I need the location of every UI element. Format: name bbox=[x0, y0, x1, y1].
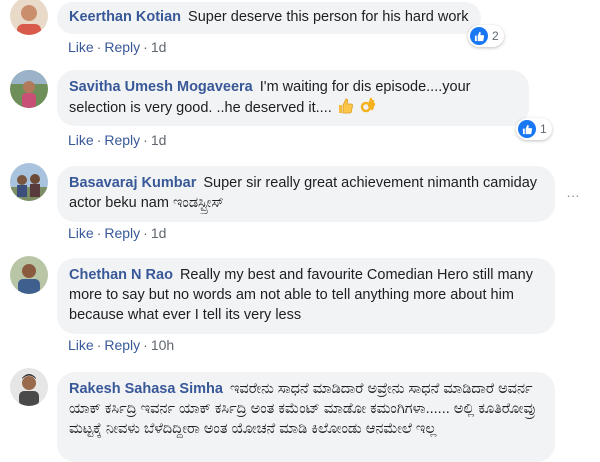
comment-author[interactable]: Basavaraj Kumbar bbox=[69, 175, 196, 191]
comment-bubble: Keerthan Kotian Super deserve this perso… bbox=[57, 2, 481, 34]
separator-dot: · bbox=[96, 39, 102, 55]
reply-link[interactable]: Reply bbox=[104, 39, 140, 55]
comment-author[interactable]: Rakesh Sahasa Simha bbox=[69, 381, 223, 397]
separator-dot: · bbox=[96, 225, 102, 241]
more-options-icon[interactable]: … bbox=[566, 184, 581, 200]
comment-bubble: Savitha Umesh Mogaveera I'm waiting for … bbox=[57, 70, 529, 126]
comment-bubble: Basavaraj Kumbar Super sir really great … bbox=[57, 166, 555, 222]
reaction-count-text: 1 bbox=[540, 122, 547, 136]
reaction-count[interactable]: 2 bbox=[468, 25, 504, 47]
separator-dot: · bbox=[143, 39, 148, 55]
comment-time[interactable]: 1d bbox=[151, 132, 167, 148]
reply-link[interactable]: Reply bbox=[104, 132, 140, 148]
comment-actions: Like · Reply · 10h bbox=[68, 337, 174, 353]
comment-author[interactable]: Chethan N Rao bbox=[69, 267, 173, 283]
avatar[interactable] bbox=[10, 256, 48, 294]
reaction-count[interactable]: 1 bbox=[516, 118, 552, 140]
comment-actions: Like · Reply · 1d bbox=[68, 39, 166, 55]
like-link[interactable]: Like bbox=[68, 39, 94, 55]
like-reaction-icon bbox=[470, 27, 488, 45]
avatar[interactable] bbox=[10, 0, 48, 35]
comment-time[interactable]: 1d bbox=[151, 225, 167, 241]
separator-dot: · bbox=[143, 225, 148, 241]
separator-dot: · bbox=[143, 132, 148, 148]
reply-link[interactable]: Reply bbox=[104, 337, 140, 353]
comment-author[interactable]: Keerthan Kotian bbox=[69, 9, 181, 25]
comment-time[interactable]: 1d bbox=[151, 39, 167, 55]
comment-actions: Like · Reply · 1d bbox=[68, 132, 166, 148]
separator-dot: · bbox=[96, 132, 102, 148]
ok-hand-emoji-icon bbox=[358, 97, 376, 121]
like-reaction-icon bbox=[518, 120, 536, 138]
thumbs-up-emoji-icon bbox=[336, 97, 354, 121]
comment-bubble: Rakesh Sahasa Simha ಇವರೇನು ಸಾಧನೆ ಮಾಡಿದಾರ… bbox=[57, 372, 555, 462]
avatar[interactable] bbox=[10, 70, 48, 108]
like-link[interactable]: Like bbox=[68, 225, 94, 241]
separator-dot: · bbox=[143, 337, 148, 353]
reaction-count-text: 2 bbox=[492, 29, 499, 43]
like-link[interactable]: Like bbox=[68, 132, 94, 148]
comment-bubble: Chethan N Rao Really my best and favouri… bbox=[57, 258, 555, 334]
comment-text: Super deserve this person for his hard w… bbox=[188, 9, 469, 25]
like-link[interactable]: Like bbox=[68, 337, 94, 353]
comment-time[interactable]: 10h bbox=[151, 337, 174, 353]
reply-link[interactable]: Reply bbox=[104, 225, 140, 241]
comment-actions: Like · Reply · 1d bbox=[68, 225, 166, 241]
avatar[interactable] bbox=[10, 163, 48, 201]
separator-dot: · bbox=[96, 337, 102, 353]
avatar[interactable] bbox=[10, 368, 48, 406]
comment-author[interactable]: Savitha Umesh Mogaveera bbox=[69, 79, 253, 95]
